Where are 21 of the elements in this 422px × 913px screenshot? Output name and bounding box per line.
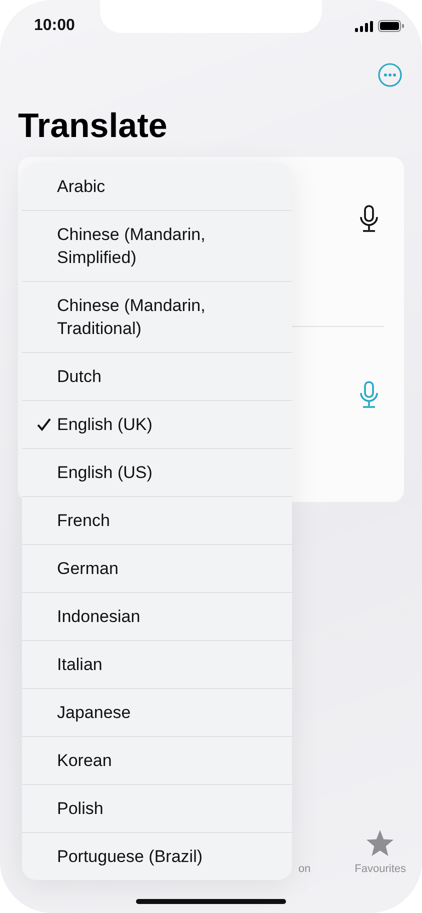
star-icon[interactable] <box>366 830 394 857</box>
signal-icon <box>355 20 373 32</box>
language-option[interactable]: Polish <box>22 784 292 832</box>
language-option[interactable]: English (US) <box>22 448 292 496</box>
language-option[interactable]: English (UK) <box>22 400 292 448</box>
language-option[interactable]: Italian <box>22 640 292 688</box>
more-button[interactable] <box>378 63 402 87</box>
language-option[interactable]: Arabic <box>22 163 292 210</box>
battery-icon <box>378 20 404 32</box>
language-option[interactable]: Portuguese (Brazil) <box>22 832 292 880</box>
status-time: 10:00 <box>34 17 75 35</box>
language-option[interactable]: Korean <box>22 736 292 784</box>
language-option[interactable]: Chinese (Mandarin, Traditional) <box>22 281 292 352</box>
page-title: Translate <box>18 106 168 147</box>
language-option[interactable]: Indonesian <box>22 592 292 640</box>
language-option[interactable]: Chinese (Mandarin, Simplified) <box>22 210 292 281</box>
language-option[interactable]: German <box>22 544 292 592</box>
language-option[interactable]: French <box>22 496 292 544</box>
microphone-icon[interactable] <box>359 205 379 233</box>
language-option[interactable]: Japanese <box>22 688 292 736</box>
language-option[interactable]: Dutch <box>22 352 292 400</box>
